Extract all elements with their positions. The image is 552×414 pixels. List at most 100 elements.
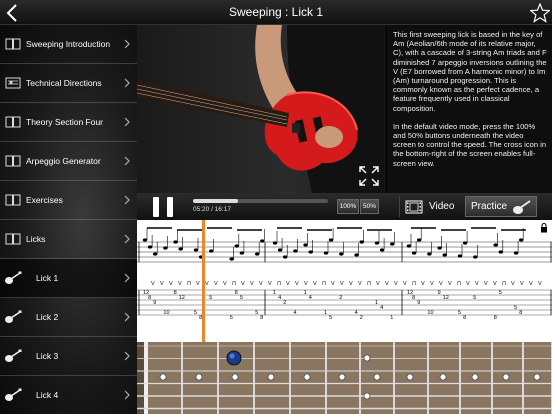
note-head (339, 252, 344, 256)
progress-bar[interactable]: 05:20 / 16:17 (193, 199, 328, 213)
pick-direction: ⊓ (232, 281, 237, 287)
note-head (493, 243, 498, 247)
chevron-right-icon (124, 156, 130, 166)
tab-number: 5 (473, 295, 476, 301)
note-head (293, 249, 298, 253)
pick-direction: V (250, 281, 254, 287)
pick-direction: V (358, 281, 362, 287)
note-head (390, 242, 395, 246)
tab-number: 1 (324, 310, 327, 316)
tab-number: 1 (375, 300, 378, 306)
active-note-highlight (229, 353, 235, 359)
fullscreen-icon[interactable] (358, 165, 380, 187)
note-head (260, 239, 265, 243)
pick-direction: V (529, 281, 533, 287)
lock-icon[interactable] (540, 223, 548, 233)
notation-staff: 1289108125855855814241415242141128910912… (137, 220, 552, 342)
pick-direction: V (376, 281, 380, 287)
chevron-right-icon (124, 273, 130, 283)
tab-number: 5 (329, 315, 332, 321)
pick-direction: V (223, 281, 227, 287)
tab-number: 5 (458, 310, 461, 316)
tab-number: 5 (194, 310, 197, 316)
note-head (354, 253, 359, 257)
chevron-right-icon (124, 195, 130, 205)
fret (427, 342, 429, 414)
fret-marker (373, 373, 381, 381)
fret-marker (267, 373, 275, 381)
fret (459, 342, 461, 414)
book-icon (2, 114, 24, 130)
sidebar-item-licks[interactable]: Licks (0, 220, 137, 259)
sidebar-item-technical-directions[interactable]: Technical Directions (0, 64, 137, 103)
guitar-icon (2, 270, 24, 286)
sidebar-item-lick-1[interactable]: Lick 1 (0, 259, 137, 298)
note-head (234, 244, 239, 248)
lesson-description: This first sweeping lick is based in the… (387, 25, 552, 193)
pick-direction: V (394, 281, 398, 287)
pause-icon (153, 196, 159, 217)
pick-direction: V (205, 281, 209, 287)
video-mode-button[interactable]: Video (399, 196, 461, 217)
pick-direction: V (349, 281, 353, 287)
note-head (374, 241, 380, 245)
sidebar-item-theory-section-four[interactable]: Theory Section Four (0, 103, 137, 142)
practice-mode-button[interactable]: Practice (465, 196, 537, 217)
favorite-button[interactable] (527, 0, 552, 25)
progress-fill (193, 199, 238, 203)
chevron-right-icon (124, 390, 130, 400)
pick-direction: V (475, 281, 479, 287)
fret (181, 342, 183, 414)
fret (253, 342, 255, 414)
note-head (209, 249, 214, 253)
nut (144, 342, 148, 414)
sidebar-item-label: Lick 3 (36, 351, 59, 361)
sidebar-item-lick-2[interactable]: Lick 2 (0, 298, 137, 337)
sidebar-item-sweeping-introduction[interactable]: Sweeping Introduction (0, 25, 137, 64)
tab-number: 5 (255, 310, 258, 316)
note-head (442, 253, 447, 257)
note-head (308, 250, 313, 254)
tab-number: 8 (174, 290, 177, 296)
fret (217, 342, 219, 414)
sidebar-item-label: Technical Directions (26, 78, 102, 88)
pick-direction: V (511, 281, 515, 287)
pause-button[interactable] (153, 196, 173, 217)
sidebar-item-exercises[interactable]: Exercises (0, 181, 137, 220)
note-head (519, 238, 524, 242)
fret-marker (533, 373, 541, 381)
sidebar-item-lick-3[interactable]: Lick 3 (0, 337, 137, 376)
note-head (359, 240, 364, 244)
sidebar-item-arpeggio-generator[interactable]: Arpeggio Generator (0, 142, 137, 181)
fret-marker (231, 373, 239, 381)
chevron-right-icon (124, 78, 130, 88)
note-head (178, 247, 183, 251)
star-icon (529, 2, 550, 23)
fret (289, 342, 291, 414)
fret-marker (195, 373, 203, 381)
sidebar-item-label: Lick 1 (36, 273, 59, 283)
tablature-view[interactable]: 12 8 9 10 8 12 5 8 5 5 8 5 5 8 1 4 2 4 1 4 1 5 2 4 2 1 4 1 12 8 9 10 9 12… (137, 220, 552, 342)
pick-direction: V (493, 281, 497, 287)
pick-direction-row: V V V V ⊓ V V V V ⊓ V V V V ⊓ V V V V ⊓ V V V V ⊓ V V V V ⊓ V V V V ⊓ V V V V ⊓… (151, 281, 542, 287)
fretboard[interactable] (137, 342, 552, 414)
fret (325, 342, 327, 414)
pick-direction: V (259, 281, 263, 287)
fret-marker (406, 373, 414, 381)
fret-marker (439, 373, 447, 381)
note-head (498, 250, 503, 254)
pick-direction: V (484, 281, 488, 287)
note-head (462, 241, 468, 245)
video-player[interactable] (137, 25, 386, 193)
fret-marker (338, 373, 346, 381)
pick-direction: V (178, 281, 182, 287)
pick-direction: V (520, 281, 524, 287)
pick-direction: ⊓ (277, 281, 282, 287)
pick-direction: V (304, 281, 308, 287)
speed-50-button[interactable]: 50% (360, 199, 379, 214)
tab-number: 5 (514, 305, 517, 311)
tab-number: 8 (519, 310, 522, 316)
speed-100-button[interactable]: 100% (337, 199, 359, 214)
chevron-right-icon (124, 39, 130, 49)
sidebar-item-lick-4[interactable]: Lick 4 (0, 376, 137, 414)
